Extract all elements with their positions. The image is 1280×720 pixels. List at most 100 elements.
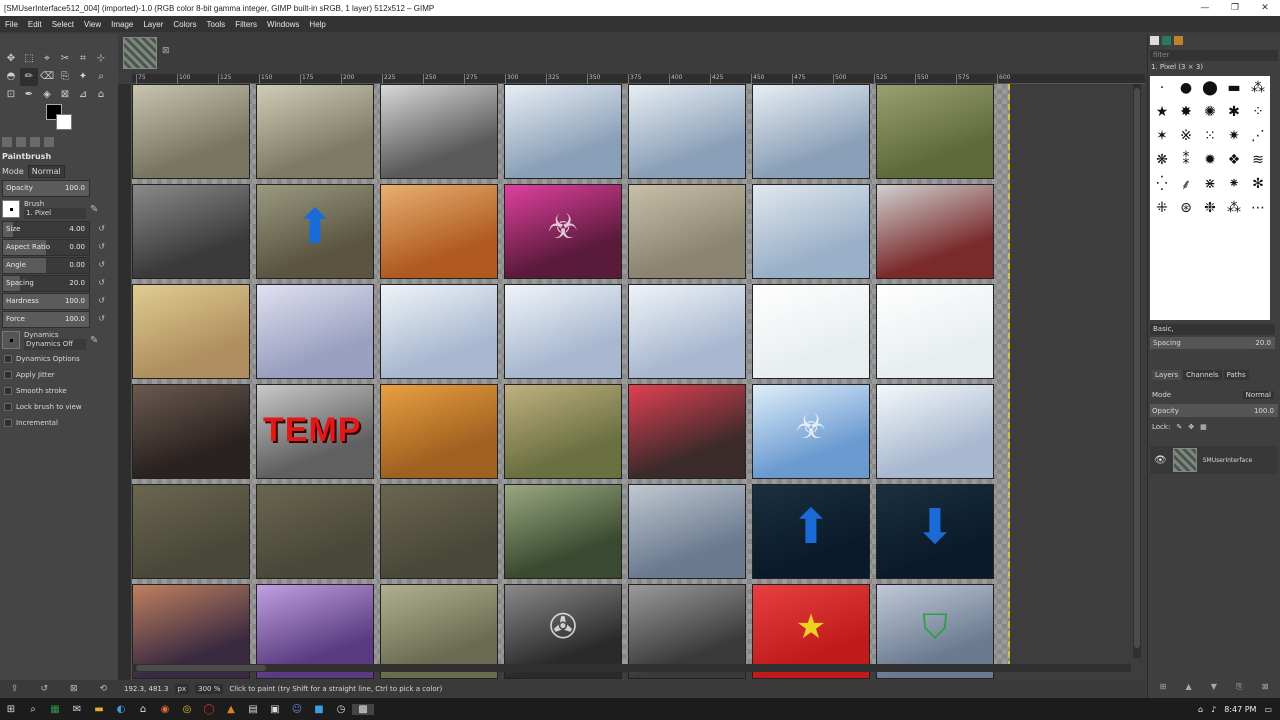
raise-layer-icon[interactable]: ▲: [1185, 682, 1191, 694]
force-slider[interactable]: Force 100.0 ↺: [2, 311, 105, 328]
menu-colors[interactable]: Colors: [168, 20, 201, 29]
menu-help[interactable]: Help: [304, 20, 330, 29]
brush-swatch[interactable]: ※: [1174, 124, 1198, 148]
layer-mode-dropdown[interactable]: Normal: [1242, 390, 1274, 399]
brush-swatch[interactable]: ●: [1174, 76, 1198, 100]
brush-swatch[interactable]: ⊛: [1174, 196, 1198, 220]
tab-layers[interactable]: Layers: [1152, 370, 1182, 380]
checkbox-dynamics-options[interactable]: Dynamics Options: [0, 351, 118, 367]
brush-swatch[interactable]: ⋯: [1246, 196, 1270, 220]
fonts-tab-icon[interactable]: [1174, 36, 1183, 45]
brush-swatch[interactable]: ✹: [1198, 148, 1222, 172]
brush-swatch[interactable]: ⋇: [1198, 172, 1222, 196]
brush-swatch[interactable]: ⁕: [1222, 172, 1246, 196]
clock[interactable]: 8:47 PM: [1224, 705, 1256, 714]
brush-filter-input[interactable]: filter: [1150, 50, 1278, 61]
tool-icon[interactable]: ✂: [56, 50, 74, 68]
opera-icon[interactable]: ◯: [198, 704, 220, 715]
angle-slider[interactable]: Angle 0.00 ↺: [2, 257, 105, 274]
chrome-icon[interactable]: ◎: [176, 704, 198, 715]
background-color[interactable]: [56, 114, 72, 130]
maximize-button[interactable]: ❐: [1220, 3, 1250, 13]
store-icon[interactable]: ⌂: [132, 704, 154, 715]
tool-icon[interactable]: ⌖: [38, 50, 56, 68]
tool-icon[interactable]: ✒: [20, 86, 38, 104]
brush-swatch[interactable]: ❖: [1222, 148, 1246, 172]
tool-icon[interactable]: ✏: [20, 68, 38, 86]
color-swatches[interactable]: [46, 104, 76, 130]
mode-dropdown[interactable]: Normal: [27, 164, 65, 178]
menu-tools[interactable]: Tools: [202, 20, 231, 29]
hardness-slider[interactable]: Hardness 100.0 ↺: [2, 293, 105, 310]
brushes-tab-icon[interactable]: [1150, 36, 1159, 45]
close-button[interactable]: ✕: [1250, 3, 1280, 13]
undo-history-tab-icon[interactable]: [30, 137, 40, 147]
tool-icon[interactable]: ◈: [38, 86, 56, 104]
menu-select[interactable]: Select: [47, 20, 79, 29]
tool-icon[interactable]: ⊹: [92, 50, 110, 68]
volume-icon[interactable]: ♪: [1211, 705, 1216, 714]
image-tab-thumbnail[interactable]: [123, 37, 157, 69]
brush-swatch[interactable]: ⁘: [1246, 100, 1270, 124]
image-canvas[interactable]: ⛉ ★ ✇ ⬇ ⬆ ☣ TEMP ☣ ⬆: [132, 84, 1010, 679]
network-icon[interactable]: ⌂: [1198, 705, 1203, 714]
checkbox-incremental[interactable]: Incremental: [0, 415, 118, 431]
vlc-icon[interactable]: ▲: [220, 704, 242, 715]
layer-item[interactable]: 👁 SMUserInterface: [1150, 446, 1278, 474]
delete-layer-icon[interactable]: ⊠: [1262, 682, 1269, 694]
lock-position-icon[interactable]: ✥: [1188, 423, 1194, 431]
images-tab-icon[interactable]: [44, 137, 54, 147]
menu-layer[interactable]: Layer: [138, 20, 168, 29]
save-options-icon[interactable]: ⇪: [11, 684, 19, 694]
edit-dynamics-icon[interactable]: ✎: [90, 335, 98, 346]
edit-brush-icon[interactable]: ✎: [90, 204, 98, 215]
menu-view[interactable]: View: [79, 20, 106, 29]
visibility-eye-icon[interactable]: 👁: [1154, 455, 1167, 466]
menu-file[interactable]: File: [0, 20, 23, 29]
tab-channels[interactable]: Channels: [1183, 370, 1222, 380]
tool-icon[interactable]: ⊠: [56, 86, 74, 104]
brush-swatch[interactable]: ·: [1150, 76, 1174, 100]
edge-icon[interactable]: ◐: [110, 704, 132, 715]
excel-icon[interactable]: ▦: [44, 704, 66, 715]
gimp-icon[interactable]: ▩: [352, 703, 374, 715]
tool-icon[interactable]: ⌗: [74, 50, 92, 68]
brush-swatch[interactable]: ⁂: [1246, 76, 1270, 100]
tool-icon[interactable]: ✥: [2, 50, 20, 68]
tool-icon[interactable]: ⬚: [20, 50, 38, 68]
horizontal-scrollbar[interactable]: [132, 664, 1131, 672]
tool-icon[interactable]: ⊡: [2, 86, 20, 104]
brush-swatch[interactable]: ⁛: [1150, 172, 1174, 196]
checkbox-lock-brush-to-view[interactable]: Lock brush to view: [0, 399, 118, 415]
brush-swatch[interactable]: ⁑: [1174, 148, 1198, 172]
zoom-dropdown[interactable]: 300 %: [195, 684, 224, 694]
menu-filters[interactable]: Filters: [230, 20, 262, 29]
notification-icon[interactable]: ▭: [1264, 705, 1272, 714]
search-icon[interactable]: ⌕: [22, 704, 44, 715]
folder-icon[interactable]: ▬: [88, 704, 110, 715]
brush-swatch[interactable]: ✺: [1198, 100, 1222, 124]
checkbox-apply-jitter[interactable]: Apply Jitter: [0, 367, 118, 383]
dynamics-preview[interactable]: [2, 331, 20, 349]
spacing-slider[interactable]: Spacing 20.0 ↺: [2, 275, 105, 292]
brush-swatch[interactable]: ✻: [1246, 172, 1270, 196]
lower-layer-icon[interactable]: ▼: [1211, 682, 1217, 694]
aspect-ratio-slider[interactable]: Aspect Ratio 0.00 ↺: [2, 239, 105, 256]
brush-swatch[interactable]: ✷: [1222, 124, 1246, 148]
media-icon[interactable]: ▣: [264, 704, 286, 715]
mail-icon[interactable]: ✉: [66, 704, 88, 715]
reset-options-icon[interactable]: ⟲: [99, 684, 107, 694]
brush-swatch[interactable]: ⬤: [1198, 76, 1222, 100]
brush-swatch[interactable]: ❋: [1150, 148, 1174, 172]
menu-image[interactable]: Image: [106, 20, 138, 29]
tool-icon[interactable]: ◓: [2, 68, 20, 86]
close-tab-icon[interactable]: ⊠: [162, 46, 170, 56]
brush-swatch[interactable]: ❉: [1198, 196, 1222, 220]
notes-icon[interactable]: ▤: [242, 704, 264, 715]
device-status-tab-icon[interactable]: [16, 137, 26, 147]
new-layer-icon[interactable]: ⊞: [1160, 682, 1167, 694]
start-icon[interactable]: ⊞: [0, 704, 22, 715]
discord-icon[interactable]: ☺: [286, 704, 308, 715]
lock-pixels-icon[interactable]: ✎: [1176, 423, 1182, 431]
brush-preview[interactable]: [2, 200, 20, 218]
